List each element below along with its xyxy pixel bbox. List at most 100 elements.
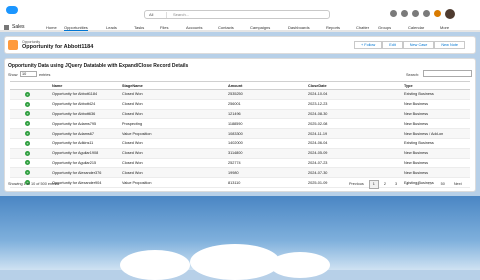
pager-page[interactable]: 50 [437,180,449,189]
pager-next[interactable]: Next [450,180,466,189]
table-row[interactable]: + Opportunity for Abbott424 Closed Won 2560… [10,99,470,110]
table-header-row: Name StageName Amount CloseDate Type [10,81,470,90]
expand-plus-icon[interactable]: + [25,131,30,137]
cell-type: New Business / Add-on [402,128,470,139]
nav-item-chatter[interactable]: Chatter [356,25,369,30]
cell-type: New Business [402,118,470,130]
page-length-select[interactable]: 10 [20,71,37,77]
pagination: Previous 1 2 3 4 5... 50 Next [344,180,466,189]
help-icon[interactable] [412,10,419,17]
pager-page[interactable]: 4 [402,180,412,189]
expand-cell[interactable]: + [10,99,50,110]
search-scope-select[interactable]: All [147,12,167,18]
cell-amount: 19980 [226,167,306,179]
app-nav-bar: Sales Home Opportunities Leads Tasks Fil… [0,22,480,32]
nav-item-contacts[interactable]: Contacts [218,25,234,30]
cell-amount: 121496 [226,109,306,120]
column-header-name[interactable]: Name [50,81,120,90]
pager-previous[interactable]: Previous [345,180,368,189]
cell-amount: 2535250 [226,89,306,100]
nav-item-reports[interactable]: Reports [326,25,340,30]
cell-closedate: 2024-11-19 [306,128,402,139]
cell-amount: 252774 [226,158,306,169]
table-row[interactable]: + Opportunity for Alexander376 Closed Won 1… [10,167,470,179]
cell-name: Opportunity for Alexander376 [50,167,120,179]
table-info: Showing 1 to 10 of 500 entries [8,182,60,186]
cell-amount: 256001 [226,99,306,110]
pager-page[interactable]: 2 [380,180,390,189]
expand-plus-icon[interactable]: + [25,150,30,156]
table-search-label: Search: [406,73,420,77]
column-header-amount[interactable]: Amount [226,81,306,90]
cloud [120,250,190,280]
new-case-button[interactable]: New Case [402,41,435,49]
nav-item-more[interactable]: More [440,25,449,30]
expand-cell[interactable]: + [10,109,50,120]
opportunity-table: Name StageName Amount CloseDate Type + Op… [10,81,470,188]
expand-cell[interactable]: + [10,128,50,139]
edit-button[interactable]: Edit [382,41,403,49]
pager-ellipsis: ... [428,182,432,186]
cell-stage: Closed Won [120,89,226,100]
setup-gear-icon[interactable] [423,10,430,17]
global-search[interactable]: All Search... [144,10,330,19]
cell-closedate: 2024-10-04 [306,89,402,100]
table-row[interactable]: + Opportunity for Adkins11 Closed Won 14020… [10,138,470,149]
show-label: Show [8,73,18,77]
table-row[interactable]: + Opportunity for Abbott636 Closed Won 1214… [10,109,470,120]
nav-item-groups[interactable]: Groups [378,25,391,30]
new-note-button[interactable]: New Note [434,41,465,49]
pager-page[interactable]: 1 [368,180,379,189]
column-header-closedate[interactable]: CloseDate [306,81,402,90]
cell-name: Opportunity for Abbott636 [50,109,120,120]
expand-plus-icon[interactable]: + [25,160,30,166]
nav-item-home[interactable]: Home [46,25,57,30]
pager-page[interactable]: 5 [413,180,423,189]
expand-cell[interactable]: + [10,148,50,159]
expand-plus-icon[interactable]: + [25,91,30,97]
cell-stage: Closed Won [120,148,226,159]
expand-plus-icon[interactable]: + [25,111,30,117]
expand-cell[interactable]: + [10,118,50,130]
cell-stage: Value Proposition [120,177,226,188]
expand-cell[interactable]: + [10,138,50,149]
cell-closedate: 2025-02-08 [306,118,402,130]
cell-amount: 1083300 [226,128,306,139]
expand-plus-icon[interactable]: + [25,170,30,176]
expand-plus-icon[interactable]: + [25,121,30,127]
follow-button[interactable]: + Follow [354,41,383,49]
expand-plus-icon[interactable]: + [25,140,30,146]
nav-item-opportunities[interactable]: Opportunities [64,25,88,31]
pager-page[interactable]: 3 [391,180,401,189]
cell-closedate: 2024-05-09 [306,148,402,159]
expand-cell[interactable]: + [10,158,50,169]
add-icon[interactable] [401,10,408,17]
table-row[interactable]: + Opportunity for Abbott1184 Closed Won 253… [10,89,470,100]
cell-closedate: 2023-12-23 [306,99,402,110]
record-title: Opportunity for Abbott1184 [22,44,94,50]
nav-item-leads[interactable]: Leads [106,25,117,30]
nav-item-calendar[interactable]: Calendar [408,25,424,30]
nav-item-dashboards[interactable]: Dashboards [288,25,310,30]
favorites-icon[interactable] [390,10,397,17]
table-row[interactable]: + Opportunity for Aguilar215 Closed Won 252… [10,158,470,169]
nav-item-tasks[interactable]: Tasks [134,25,144,30]
column-header-type[interactable]: Type [402,81,470,90]
column-header-stage[interactable]: StageName [120,81,226,90]
nav-item-campaigns[interactable]: Campaigns [250,25,270,30]
app-launcher-icon[interactable] [4,25,9,30]
expand-cell[interactable]: + [10,167,50,179]
table-row[interactable]: + Opportunity for Adams67 Value Propositio… [10,128,470,139]
table-row[interactable]: + Opportunity for Adams795 Prospecting 1188… [10,118,470,130]
expand-plus-icon[interactable]: + [25,101,30,107]
nav-item-files[interactable]: Files [160,25,168,30]
notifications-bell-icon[interactable] [434,10,441,17]
cell-type: New Business [402,167,470,179]
cell-name: Opportunity for Aguilar1908 [50,148,120,159]
table-search-input[interactable] [423,70,472,77]
cloud [190,244,280,280]
user-avatar[interactable] [445,9,455,19]
table-row[interactable]: + Opportunity for Aguilar1908 Closed Won 31… [10,148,470,159]
expand-cell[interactable]: + [10,89,50,100]
nav-item-accounts[interactable]: Accounts [186,25,202,30]
